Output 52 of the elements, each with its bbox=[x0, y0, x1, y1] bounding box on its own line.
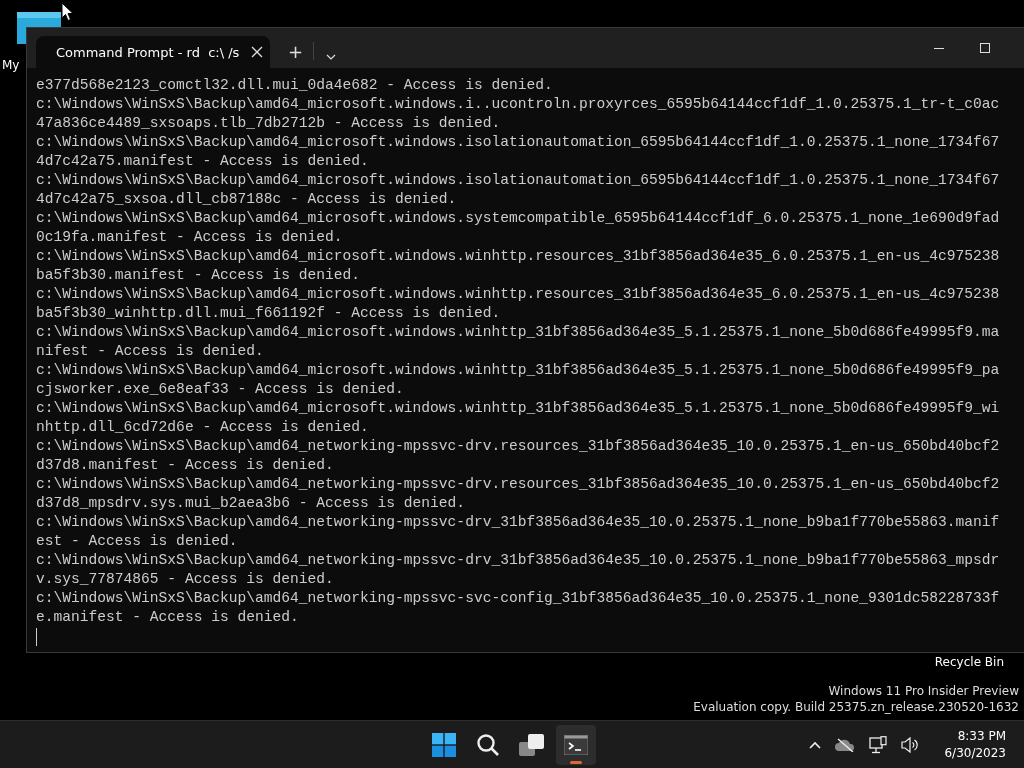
console-line: v.sys_77874865 - Access is denied. bbox=[36, 570, 334, 589]
new-tab-button[interactable]: + bbox=[282, 38, 310, 64]
clock-date: 6/30/2023 bbox=[944, 744, 1006, 762]
console-line: c:\Windows\WinSxS\Backup\amd64_networking-mpssvc-drv_31bf3856ad364e35_10.0.25375.1_none_b9ba1f770be55863.manif bbox=[36, 513, 1000, 532]
speaker-icon bbox=[901, 736, 920, 753]
close-icon bbox=[251, 46, 264, 58]
console-line: c:\Windows\WinSxS\Backup\amd64_networking-mpssvc-drv.resources_31bf3856ad364e35_10.0.25375.1_en-us_650bd40bcf2 bbox=[36, 437, 1000, 456]
tab-title: Command Prompt - rd c:\ /s bbox=[56, 44, 240, 60]
console-line: c:\Windows\WinSxS\Backup\amd64_microsoft.windows.i..ucontroln.proxyrces_6595b64144ccf1df_1.0.25375.1_tr-t_c0ac bbox=[36, 95, 1000, 114]
chevron-up-icon bbox=[809, 740, 822, 749]
text-cursor bbox=[36, 628, 37, 646]
console-line: nifest - Access is denied. bbox=[36, 342, 264, 361]
console-line: c:\Windows\WinSxS\Backup\amd64_networking-mpssvc-drv_31bf3856ad364e35_10.0.25375.1_none_b9ba1f770be55863_mpsdr bbox=[36, 551, 1000, 570]
console-line: c:\Windows\WinSxS\Backup\amd64_microsoft.windows.winhttp.resources_31bf3856ad364e35_6.0.25375.1_en-us_4c975238 bbox=[36, 247, 1000, 266]
console-line: 4d7c42a75.manifest - Access is denied. bbox=[36, 152, 369, 171]
console-line: c:\Windows\WinSxS\Backup\amd64_networking-mpssvc-drv.resources_31bf3856ad364e35_10.0.25375.1_en-us_650bd40bcf2 bbox=[36, 475, 1000, 494]
desktop-icon-label[interactable]: My bbox=[2, 58, 20, 72]
console-line: cjsworker.exe_6e8eaf33 - Access is denied. bbox=[36, 380, 404, 399]
console-line: e.manifest - Access is denied. bbox=[36, 608, 299, 627]
console-line: 0c19fa.manifest - Access is denied. bbox=[36, 228, 343, 247]
console-line: c:\Windows\WinSxS\Backup\amd64_microsoft.windows.systemcompatible_6595b64144ccf1df_6.0.25375.1_none_1e690d9fad bbox=[36, 209, 1000, 228]
terminal-icon[interactable] bbox=[564, 735, 588, 755]
console-line: ba5f3b30.manifest - Access is denied. bbox=[36, 266, 361, 285]
clock-button[interactable]: 8:33 PM 6/30/2023 bbox=[944, 727, 1006, 762]
evaluation-watermark-text: Windows 11 Pro Insider Preview bbox=[828, 683, 1019, 699]
cloud-off-icon bbox=[835, 737, 856, 752]
console-line: c:\Windows\WinSxS\Backup\amd64_microsoft.windows.winhttp_31bf3856ad364e35_5.1.25375.1_none_5b0d686fe49995f9_wi bbox=[36, 399, 1000, 418]
clock-time: 8:33 PM bbox=[957, 727, 1006, 745]
windows-logo-icon[interactable] bbox=[432, 733, 456, 757]
console-line: d37d8_mpsdrv.sys.mui_b2aea3b6 - Access is denied. bbox=[36, 494, 466, 513]
console-line: c:\Windows\WinSxS\Backup\amd64_microsoft.windows.winhttp.resources_31bf3856ad364e35_6.0.25375.1_en-us_4c975238 bbox=[36, 285, 1000, 304]
task-view-icon[interactable] bbox=[519, 734, 545, 756]
console-line: d37d8.manifest - Access is denied. bbox=[36, 456, 334, 475]
console-line: c:\Windows\WinSxS\Backup\amd64_networking-mpssvc-svc-config_31bf3856ad364e35_10.0.25375.1_none_9301dc58228733f bbox=[36, 589, 1000, 608]
console-line: 4d7c42a75_sxsoa.dll_cb87188c - Access is denied. bbox=[36, 190, 457, 209]
console-line: 47a836ce4489_sxsoaps.tlb_7db2712b - Access is denied. bbox=[36, 114, 501, 133]
console-line: est - Access is denied. bbox=[36, 532, 238, 551]
maximize-icon bbox=[980, 43, 990, 53]
terminal-tab[interactable]: Command Prompt - rd c:\ /s bbox=[36, 36, 270, 68]
console-line: c:\Windows\WinSxS\Backup\amd64_microsoft.windows.winhttp_31bf3856ad364e35_5.1.25375.1_none_5b0d686fe49995f9_pa bbox=[36, 361, 1000, 380]
console-line: ba5f3b30_winhttp.dll.mui_f661192f - Access is denied. bbox=[36, 304, 501, 323]
console-line: c:\Windows\WinSxS\Backup\amd64_microsoft.windows.isolationautomation_6595b64144ccf1df_1.0.25375.1_none_1734f67 bbox=[36, 133, 1000, 152]
evaluation-watermark-text: Evaluation copy. Build 25375.zn_release.230520-1632 bbox=[693, 699, 1019, 715]
console-line: c:\Windows\WinSxS\Backup\amd64_microsoft.windows.winhttp_31bf3856ad364e35_5.1.25375.1_none_5b0d686fe49995f9.ma bbox=[36, 323, 1000, 342]
console-line: e377d568e2123_comctl32.dll.mui_0da4e682 - Access is denied. bbox=[36, 76, 553, 95]
search-icon[interactable] bbox=[476, 733, 500, 757]
console-line: c:\Windows\WinSxS\Backup\amd64_microsoft.windows.isolationautomation_6595b64144ccf1df_1.0.25375.1_none_1734f67 bbox=[36, 171, 1000, 190]
chevron-down-icon bbox=[326, 54, 337, 60]
network-icon bbox=[869, 735, 888, 754]
desktop-icon-label[interactable]: Recycle Bin bbox=[934, 655, 1004, 669]
minimize-icon bbox=[934, 47, 944, 49]
console-line: nhttp.dll_6cd72d6e - Access is denied. bbox=[36, 418, 369, 437]
